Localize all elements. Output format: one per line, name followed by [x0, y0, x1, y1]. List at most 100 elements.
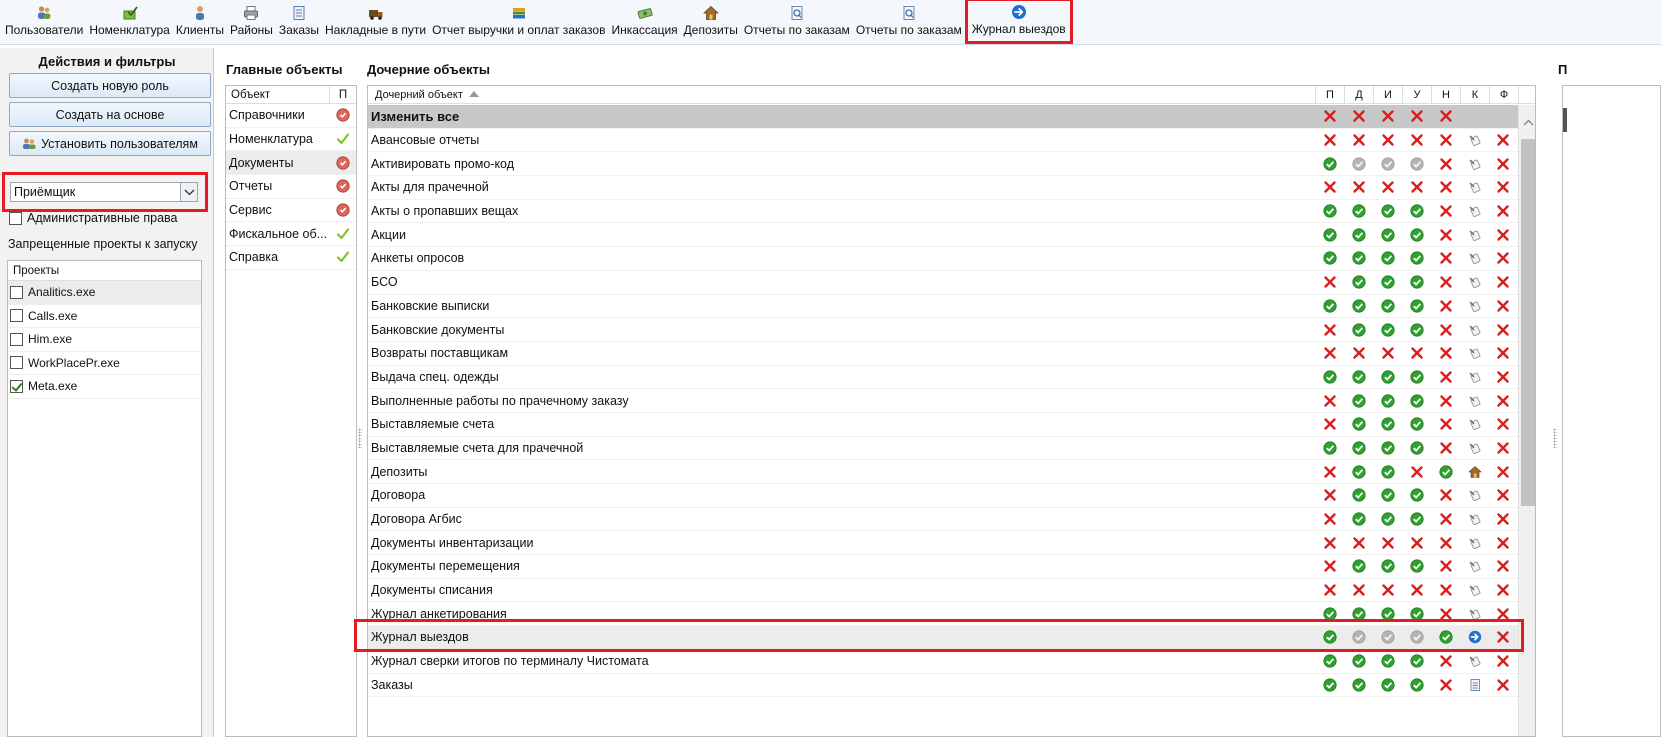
- permission-cell[interactable]: [1373, 654, 1402, 668]
- permission-cell[interactable]: [1402, 559, 1431, 574]
- scroll-thumb[interactable]: [1521, 139, 1535, 506]
- tb-users-button[interactable]: Пользователи: [2, 0, 86, 44]
- table-row[interactable]: Выполненные работы по прачечному заказу: [368, 389, 1518, 413]
- col-header-1[interactable]: П: [1316, 86, 1345, 103]
- permission-cell[interactable]: [1315, 465, 1344, 479]
- permission-cell[interactable]: [1344, 251, 1373, 266]
- permission-cell[interactable]: [1344, 133, 1373, 147]
- permission-cell[interactable]: [1431, 465, 1460, 479]
- tb-revenue-report-button[interactable]: Отчет выручки и оплат заказов: [429, 0, 608, 44]
- table-row[interactable]: Документы списания: [368, 579, 1518, 603]
- table-row[interactable]: Документы инвентаризации: [368, 531, 1518, 556]
- main-object-permission[interactable]: [330, 156, 356, 170]
- col-p-header[interactable]: П: [330, 86, 356, 103]
- main-object-row[interactable]: Номенклатура: [226, 128, 356, 152]
- permission-cell[interactable]: [1344, 157, 1373, 171]
- main-object-row[interactable]: Сервис: [226, 199, 356, 223]
- project-row[interactable]: Analitics.exe: [8, 281, 201, 305]
- permission-cell[interactable]: [1489, 417, 1518, 431]
- permission-cell[interactable]: [1431, 441, 1460, 455]
- permission-cell[interactable]: [1489, 678, 1518, 692]
- table-row[interactable]: Журнал сверки итогов по терминалу Чистом…: [368, 650, 1518, 674]
- table-row[interactable]: Документы перемещения: [368, 555, 1518, 579]
- permission-cell[interactable]: [1344, 228, 1373, 242]
- permission-cell[interactable]: [1402, 583, 1431, 597]
- project-row[interactable]: Meta.exe: [8, 375, 201, 399]
- col-header-4[interactable]: У: [1403, 86, 1432, 103]
- chevron-down-icon[interactable]: [180, 183, 197, 201]
- permission-cell[interactable]: [1344, 536, 1373, 550]
- permission-cell[interactable]: [1315, 323, 1344, 337]
- table-row[interactable]: Выдача спец. одежды: [368, 366, 1518, 390]
- main-object-permission[interactable]: [330, 227, 356, 241]
- permission-cell[interactable]: [1315, 180, 1344, 194]
- permission-cell[interactable]: [1315, 157, 1344, 171]
- permission-cell[interactable]: [1344, 180, 1373, 194]
- permission-cell[interactable]: [1402, 488, 1431, 502]
- permission-cell[interactable]: [1460, 323, 1489, 337]
- permission-cell[interactable]: [1315, 607, 1344, 621]
- permission-cell[interactable]: [1344, 393, 1373, 408]
- permission-cell[interactable]: [1460, 346, 1489, 360]
- permission-cell[interactable]: [1344, 346, 1373, 360]
- permission-cell[interactable]: [1489, 512, 1518, 526]
- permission-cell[interactable]: [1489, 441, 1518, 455]
- table-row[interactable]: Выставляемые счета для прачечной: [368, 437, 1518, 461]
- permission-cell[interactable]: [1460, 512, 1489, 526]
- permission-cell[interactable]: [1431, 346, 1460, 360]
- project-checkbox[interactable]: [10, 356, 23, 370]
- permission-cell[interactable]: [1460, 465, 1489, 479]
- tb-collection-button[interactable]: Инкассация: [608, 0, 680, 44]
- permission-cell[interactable]: [1489, 630, 1518, 644]
- permission-cell[interactable]: [1402, 654, 1431, 668]
- col-header-2[interactable]: Д: [1345, 86, 1374, 103]
- permission-cell[interactable]: [1460, 251, 1489, 265]
- permission-cell[interactable]: [1489, 323, 1518, 337]
- permission-cell[interactable]: [1402, 299, 1431, 313]
- permission-cell[interactable]: [1489, 607, 1518, 621]
- permission-cell[interactable]: [1315, 299, 1344, 313]
- vertical-scrollbar[interactable]: [1518, 105, 1535, 736]
- permission-cell[interactable]: [1431, 630, 1460, 645]
- permission-cell[interactable]: [1489, 654, 1518, 668]
- project-row[interactable]: Calls.exe: [8, 305, 201, 328]
- permission-cell[interactable]: [1460, 583, 1489, 597]
- permission-cell[interactable]: [1315, 204, 1344, 218]
- main-object-row[interactable]: Документы: [226, 151, 356, 176]
- table-row[interactable]: Журнал выездов: [368, 626, 1518, 650]
- permission-cell[interactable]: [1373, 536, 1402, 550]
- permission-cell[interactable]: [1344, 441, 1373, 455]
- permission-cell[interactable]: [1315, 370, 1344, 384]
- permission-cell[interactable]: [1431, 275, 1460, 289]
- permission-cell[interactable]: [1373, 393, 1402, 408]
- permission-cell[interactable]: [1373, 109, 1402, 123]
- permission-cell[interactable]: [1402, 228, 1431, 242]
- permission-cell[interactable]: [1373, 228, 1402, 242]
- permission-cell[interactable]: [1373, 322, 1402, 337]
- permission-cell[interactable]: [1460, 441, 1489, 455]
- permission-cell[interactable]: [1373, 346, 1402, 360]
- permission-cell[interactable]: [1373, 299, 1402, 313]
- permission-cell[interactable]: [1315, 583, 1344, 597]
- create-role-button[interactable]: Создать новую роль: [9, 73, 211, 98]
- table-row[interactable]: Договора: [368, 484, 1518, 508]
- permission-cell[interactable]: [1402, 275, 1431, 289]
- permission-cell[interactable]: [1460, 204, 1489, 218]
- permission-cell[interactable]: [1315, 346, 1344, 360]
- permission-cell[interactable]: [1373, 204, 1402, 218]
- permission-cell[interactable]: [1431, 204, 1460, 218]
- permission-cell[interactable]: [1431, 583, 1460, 597]
- permission-cell[interactable]: [1431, 251, 1460, 265]
- permission-cell[interactable]: [1373, 607, 1402, 621]
- project-checkbox[interactable]: [10, 332, 23, 346]
- permission-cell[interactable]: [1460, 299, 1489, 313]
- permission-cell[interactable]: [1431, 607, 1460, 621]
- main-object-row[interactable]: Справочники: [226, 104, 356, 128]
- permission-cell[interactable]: [1344, 417, 1373, 431]
- permission-cell[interactable]: [1373, 157, 1402, 171]
- permission-cell[interactable]: [1460, 607, 1489, 621]
- permission-cell[interactable]: [1344, 583, 1373, 597]
- permission-cell[interactable]: [1489, 275, 1518, 289]
- permission-cell[interactable]: [1344, 678, 1373, 692]
- project-checkbox[interactable]: [10, 309, 23, 323]
